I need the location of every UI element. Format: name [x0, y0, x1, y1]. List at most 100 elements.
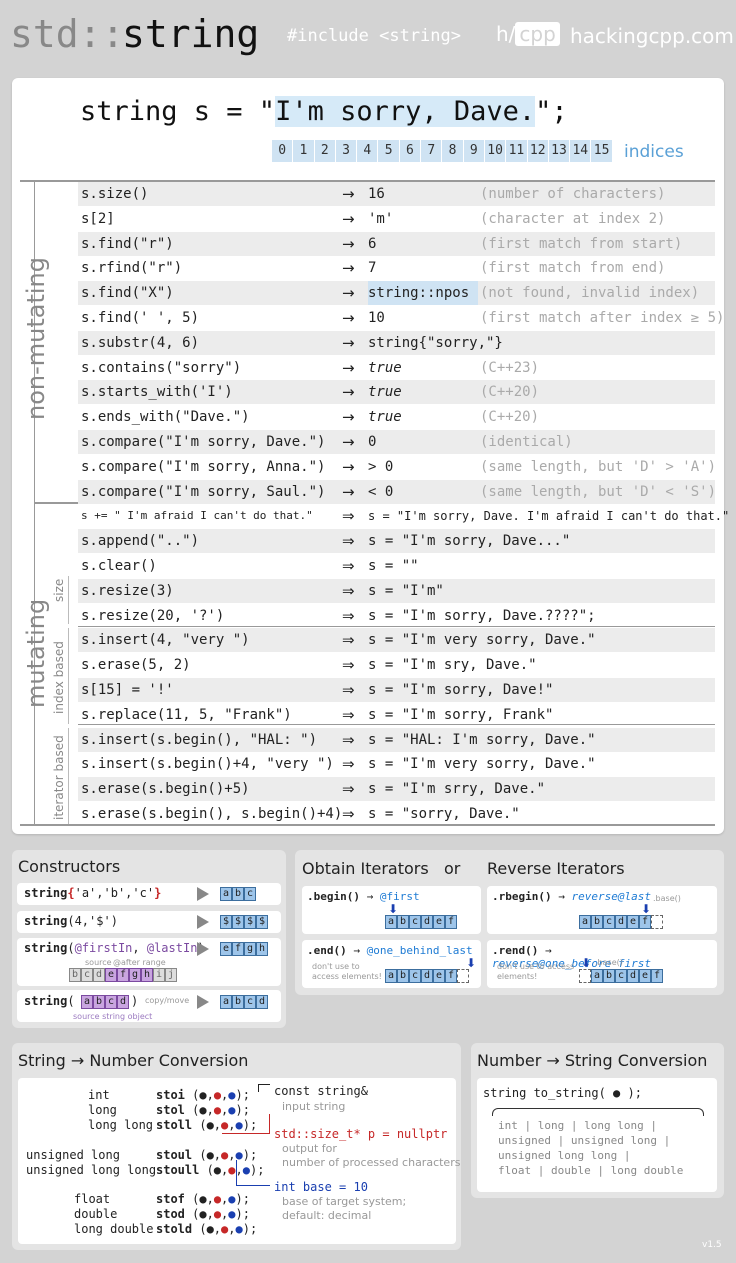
table-row: s.substr(4, 6) → string{"sorry,"} — [78, 330, 715, 355]
cell: h — [256, 942, 268, 956]
cell: c — [105, 995, 117, 1009]
row-result: s = "sorry, Dave." — [368, 806, 520, 822]
row-comment: (same length, but 'D' < 'S') — [480, 483, 717, 500]
row-result: s = "I'm" — [368, 582, 444, 599]
table-row: s.compare("I'm sorry, Dave.") → 0 (identica… — [78, 430, 715, 454]
row-comment: (C++20) — [480, 384, 540, 401]
stonum-func: stod (●,●,●); — [156, 1207, 250, 1221]
label-non-mutating: non-mutating — [22, 257, 50, 420]
table-row: s.resize(20, '?') ⇒ s = "I'm sorry, Dave.?… — [78, 604, 715, 628]
index-cell: 3 — [335, 140, 357, 162]
numtos-title: Number → String Conversion — [477, 1051, 708, 1070]
end-warning: don't use to access elements! — [312, 962, 382, 981]
row-result: s = "HAL: I'm sorry, Dave." — [368, 731, 596, 748]
source-label: source — [85, 958, 112, 967]
row-code: s.contains("sorry") — [81, 359, 242, 376]
row-result: s = "I'm sorry, Dave.????"; — [368, 607, 596, 624]
row-arrow: → — [342, 259, 355, 278]
cell: j — [165, 968, 177, 982]
cell: e — [220, 942, 232, 956]
row-result: s = "" — [368, 558, 419, 574]
bracket-line — [258, 1084, 270, 1092]
site-url[interactable]: hackingcpp.com — [570, 24, 734, 48]
table-row: s.insert(s.begin()+4, "very ") ⇒ s = "I'm … — [78, 752, 715, 776]
cells-abcd: abcd — [220, 995, 268, 1009]
cell: d — [627, 969, 639, 983]
cells-begin: abcdef — [385, 915, 457, 929]
indices-label: indices — [624, 142, 684, 162]
cell: $ — [232, 915, 244, 929]
row-code: s.compare("I'm sorry, Anna.") — [81, 458, 326, 475]
cell: h — [141, 968, 153, 982]
rend-warning: don't use to access elements! — [497, 962, 575, 981]
row-result: 0 — [368, 434, 377, 450]
table-row: s.contains("sorry") → true (C++23) — [78, 356, 715, 380]
row-arrow: → — [342, 209, 355, 228]
cell: g — [129, 968, 141, 982]
row-result: s = "I'm very sorry, Dave." — [368, 632, 596, 649]
cell: a — [220, 995, 232, 1009]
table-row: s[15] = '!' ⇒ s = "I'm sorry, Dave!" — [78, 678, 715, 702]
copy-move-label: copy/move — [145, 996, 190, 1005]
cell: b — [603, 969, 615, 983]
row-comment: (C++20) — [480, 409, 540, 426]
const-string-label: const string& — [274, 1084, 368, 1098]
cell: i — [153, 968, 165, 982]
to-string-types: int | long | long long | unsigned | unsi… — [498, 1119, 684, 1177]
index-cell: 8 — [442, 140, 463, 162]
bracket-line — [236, 1160, 270, 1186]
stonum-title: String → Number Conversion — [18, 1051, 249, 1070]
row-result: s = "I'm sry, Dave." — [368, 657, 537, 674]
index-cell: 13 — [548, 140, 570, 162]
row-code: s.erase(s.begin()+5) — [81, 781, 250, 798]
arrow-icon — [197, 942, 209, 956]
begin-box: .begin() → @first ⬇ abcdef — [302, 886, 481, 934]
row-arrow: ⇒ — [342, 755, 355, 774]
version-label: v1.5 — [702, 1240, 722, 1250]
index-cell: 12 — [527, 140, 548, 162]
cells-dollar: $ $ $ $ — [220, 915, 268, 929]
index-bracket — [68, 628, 69, 724]
cell: e — [639, 969, 651, 983]
table-row: s += " I'm afraid I can't do that." ⇒ s = … — [78, 504, 729, 528]
cell: f — [445, 969, 457, 983]
row-result: true — [368, 409, 402, 426]
index-cell: 5 — [378, 140, 399, 162]
empty-cell — [457, 969, 469, 983]
cell: d — [256, 995, 268, 1009]
cell: e — [627, 915, 639, 929]
cells-rbegin: abcdef — [579, 915, 663, 929]
source-obj-label: source string object — [73, 1012, 153, 1021]
row-arrow: → — [342, 408, 355, 427]
row-arrow: → — [342, 309, 355, 327]
cell: f — [232, 942, 244, 956]
row-result: 6 — [368, 235, 377, 252]
cell: d — [421, 969, 433, 983]
cell: c — [81, 968, 93, 982]
row-result: true — [368, 359, 402, 376]
obtain-iterators-title: Obtain Iterators — [302, 859, 429, 878]
row-result: string{"sorry,"} — [368, 334, 503, 351]
cell: d — [421, 915, 433, 929]
index-cell: 6 — [399, 140, 421, 162]
arrow-icon — [197, 995, 209, 1009]
cell: f — [117, 968, 129, 982]
stonum-type: long long — [88, 1118, 154, 1132]
int-base-label: int base = 10 — [274, 1180, 368, 1194]
table-row: s.erase(s.begin()+5) ⇒ s = "I'm srry, Dave… — [78, 777, 715, 802]
row-arrow: ⇒ — [342, 557, 355, 575]
ctor-copy: string( abcd ) copy/move source string o… — [17, 990, 281, 1022]
title-prefix: std:: — [10, 12, 125, 56]
cell: d — [93, 968, 105, 982]
to-string-signature: string to_string( ● ); — [483, 1086, 642, 1100]
stonum-func: stoi (●,●,●); — [156, 1088, 250, 1102]
row-arrow: → — [342, 333, 355, 352]
row-code: s.insert(4, "very ") — [81, 632, 250, 649]
row-code: s.clear() — [81, 558, 157, 574]
label-iterator-based: iterator based — [52, 735, 66, 820]
cell: b — [232, 887, 244, 901]
row-code: s.compare("I'm sorry, Dave.") — [81, 434, 326, 450]
bracket-line — [222, 1114, 270, 1134]
row-arrow: ⇒ — [342, 730, 355, 749]
include-directive: #include <string> — [287, 26, 461, 46]
